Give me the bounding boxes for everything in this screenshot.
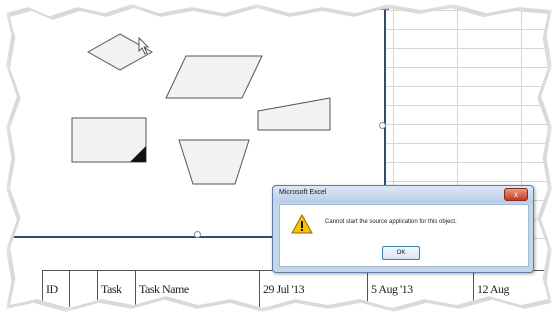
dialog-message: Cannot start the source application for … — [325, 219, 457, 225]
dialog-body: Cannot start the source application for … — [279, 204, 529, 267]
ok-button[interactable]: OK — [382, 246, 420, 260]
dialog-title: Microsoft Excel — [279, 189, 327, 196]
error-dialog: Microsoft Excel x Cannot start the sourc… — [272, 185, 534, 273]
inverted-trapezoid-shape — [178, 139, 250, 185]
trapezoid-shape — [257, 97, 331, 131]
column-id[interactable]: ID — [43, 271, 70, 307]
parallelogram-shape — [165, 55, 263, 99]
diamond-shape — [86, 33, 154, 71]
dialog-titlebar[interactable]: Microsoft Excel x — [273, 186, 533, 203]
screenshot-frame: H ID Task Task Name 29 Jul '13 5 Aug '13… — [10, 8, 548, 308]
warning-icon — [291, 214, 313, 234]
close-button[interactable]: x — [504, 188, 528, 201]
resize-handle-bottom[interactable] — [194, 231, 201, 238]
rectangle-shape — [71, 117, 147, 163]
resize-handle-right[interactable] — [379, 122, 386, 129]
